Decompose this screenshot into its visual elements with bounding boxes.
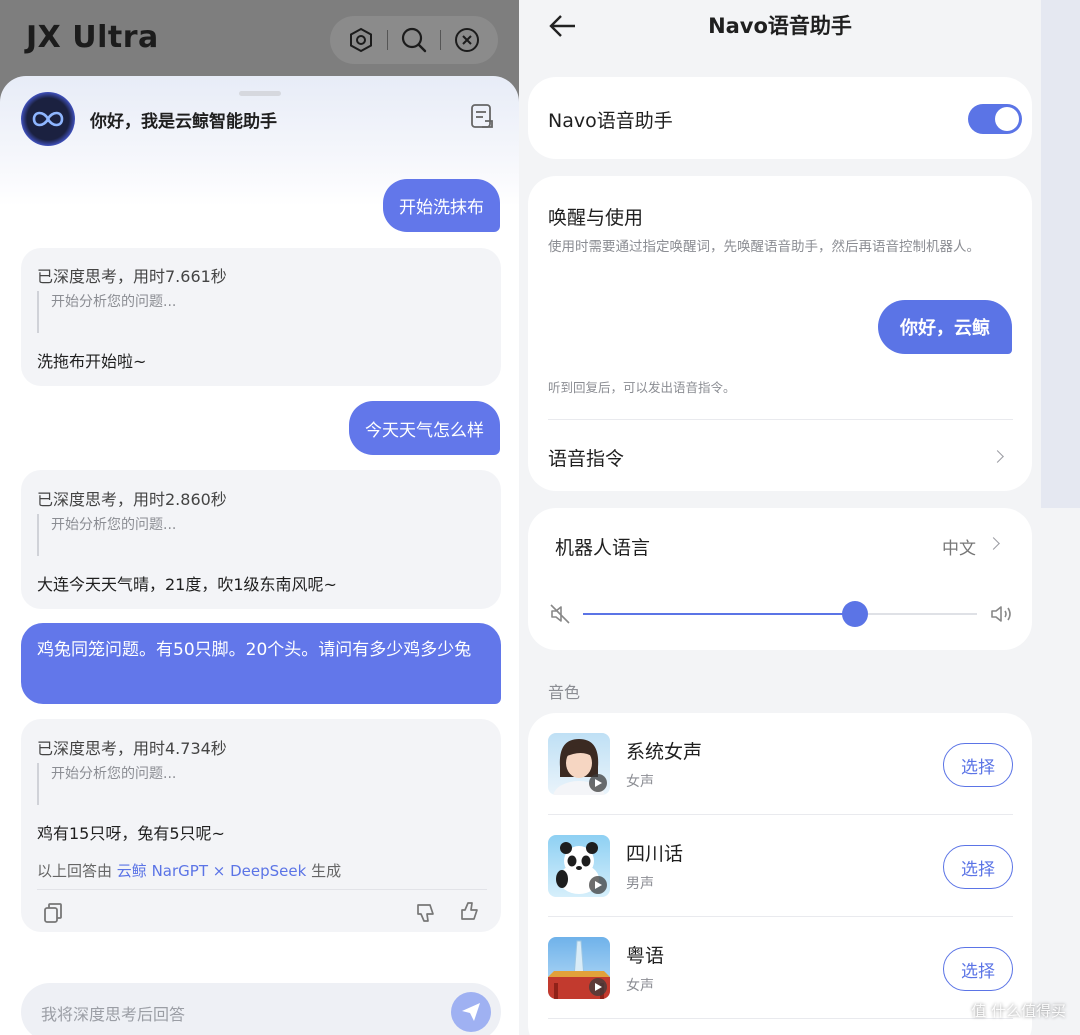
side-panel-edge [1041, 0, 1080, 508]
play-icon[interactable] [589, 774, 607, 792]
credit-prefix: 以上回答由 [37, 862, 113, 880]
user-message: 鸡兔同笼问题。有50只脚。20个头。请问有多少鸡多少兔 [21, 623, 501, 704]
wake-word-bubble: 你好，云鲸 [878, 300, 1012, 354]
voice-gender: 男声 [626, 876, 654, 892]
voice-item[interactable]: 系统女声 女声 选择 [548, 713, 1013, 815]
divider [386, 30, 388, 50]
wake-title: 唤醒与使用 [548, 207, 644, 229]
send-button[interactable] [451, 992, 491, 1032]
infinity-icon [32, 111, 64, 127]
close-icon[interactable] [452, 25, 482, 55]
assistant-answer: 大连今天天气晴，21度，吹1级东南风呢~ [37, 575, 337, 594]
voice-commands-row[interactable]: 语音指令 [528, 420, 1032, 490]
credit-link[interactable]: 云鲸 NarGPT × DeepSeek [117, 862, 306, 880]
assistant-message: 已深度思考，用时4.734秒 开始分析您的问题... 鸡有15只呀，兔有5只呢~… [21, 719, 501, 932]
think-duration: 已深度思考，用时2.860秒 [37, 490, 227, 509]
voice-item[interactable]: 四川话 男声 选择 [548, 815, 1013, 917]
user-message: 开始洗抹布 [383, 179, 500, 232]
assistant-toggle-card: Navo语音助手 [528, 77, 1032, 159]
voice-avatar [548, 937, 610, 999]
robot-language-card: 机器人语言 中文 [528, 508, 1032, 650]
think-duration: 已深度思考，用时7.661秒 [37, 267, 227, 286]
timbre-section-label: 音色 [548, 683, 581, 702]
assistant-toggle-label: Navo语音助手 [548, 110, 673, 132]
voice-gender: 女声 [626, 978, 654, 994]
search-icon[interactable] [399, 25, 429, 55]
voice-list-card: 系统女声 女声 选择 四川话 男声 选择 粤语 女声 选择 [528, 713, 1032, 1035]
answer-credit: 以上回答由 云鲸 NarGPT × DeepSeek 生成 [37, 860, 341, 881]
page-title: Navo语音助手 [708, 14, 852, 38]
think-duration: 已深度思考，用时4.734秒 [37, 739, 227, 758]
think-quote: 开始分析您的问题... [37, 291, 176, 333]
play-icon[interactable] [589, 978, 607, 996]
play-icon[interactable] [589, 876, 607, 894]
user-message-text: 今天天气怎么样 [365, 420, 484, 441]
divider [37, 889, 487, 890]
watermark: 值 什么值得买 [971, 1002, 1066, 1020]
chevron-right-icon [991, 450, 1004, 463]
assistant-avatar [21, 92, 75, 146]
divider [440, 30, 442, 50]
copy-icon[interactable] [41, 901, 65, 925]
mute-icon[interactable] [548, 602, 572, 626]
robot-language-value: 中文 [942, 539, 976, 559]
voice-name: 四川话 [626, 843, 684, 865]
credit-suffix: 生成 [311, 862, 342, 880]
thumbs-down-icon[interactable] [414, 901, 438, 925]
wake-usage-card: 唤醒与使用 使用时需要通过指定唤醒词，先唤醒语音助手，然后再语音控制机器人。 你… [528, 176, 1032, 491]
send-icon [462, 1003, 480, 1021]
settings-hexagon-icon[interactable] [346, 25, 376, 55]
select-voice-button[interactable]: 选择 [943, 947, 1013, 991]
voice-gender: 女声 [626, 774, 654, 790]
select-voice-button[interactable]: 选择 [943, 743, 1013, 787]
assistant-toggle-switch[interactable] [968, 104, 1022, 134]
user-message-text: 开始洗抹布 [399, 198, 484, 218]
voice-avatar [548, 733, 610, 795]
chevron-right-icon [987, 537, 1000, 550]
drag-handle[interactable] [239, 91, 281, 96]
volume-slider-track[interactable] [583, 601, 977, 627]
chat-input[interactable]: 我将深度思考后回答 [21, 983, 501, 1035]
divider [548, 1018, 1013, 1019]
wake-description: 使用时需要通过指定唤醒词，先唤醒语音助手，然后再语音控制机器人。 [548, 239, 980, 255]
thumbs-up-icon[interactable] [458, 899, 482, 923]
voice-commands-label: 语音指令 [548, 448, 625, 470]
assistant-message: 已深度思考，用时7.661秒 开始分析您的问题... 洗拖布开始啦~ [21, 248, 501, 386]
voice-name: 粤语 [626, 945, 665, 967]
robot-language-label: 机器人语言 [555, 537, 651, 559]
voice-avatar [548, 835, 610, 897]
volume-slider-knob[interactable] [841, 601, 868, 627]
user-message: 今天天气怎么样 [349, 401, 500, 455]
assistant-answer: 鸡有15只呀，兔有5只呢~ [37, 824, 225, 843]
assistant-message: 已深度思考，用时2.860秒 开始分析您的问题... 大连今天天气晴，21度，吹… [21, 470, 501, 609]
think-quote: 开始分析您的问题... [37, 514, 176, 556]
user-message-text: 鸡兔同笼问题。有50只脚。20个头。请问有多少鸡多少兔 [37, 640, 472, 660]
assistant-answer: 洗拖布开始啦~ [37, 352, 147, 371]
wake-word-text: 你好，云鲸 [900, 318, 990, 339]
voice-name: 系统女声 [626, 741, 703, 763]
capsule-toolbar [330, 16, 498, 64]
chat-panel: JX Ultra 你好，我是云鲸智能助手 开始洗抹布 已深度思考，用时7.661… [0, 0, 519, 1035]
document-icon[interactable] [468, 102, 496, 130]
volume-icon[interactable] [989, 602, 1015, 626]
select-voice-button[interactable]: 选择 [943, 845, 1013, 889]
assistant-greeting: 你好，我是云鲸智能助手 [90, 112, 277, 132]
app-title: JX Ultra [26, 20, 159, 55]
voice-item[interactable]: 粤语 女声 选择 [548, 917, 1013, 1019]
voice-settings-panel: Navo语音助手 Navo语音助手 唤醒与使用 使用时需要通过指定唤醒词，先唤醒… [519, 0, 1080, 1035]
think-quote: 开始分析您的问题... [37, 763, 176, 805]
robot-language-row[interactable]: 机器人语言 中文 [528, 508, 1032, 580]
chat-input-placeholder: 我将深度思考后回答 [41, 1005, 186, 1024]
volume-slider-fill [583, 613, 855, 615]
wake-hint: 听到回复后，可以发出语音指令。 [548, 380, 736, 395]
